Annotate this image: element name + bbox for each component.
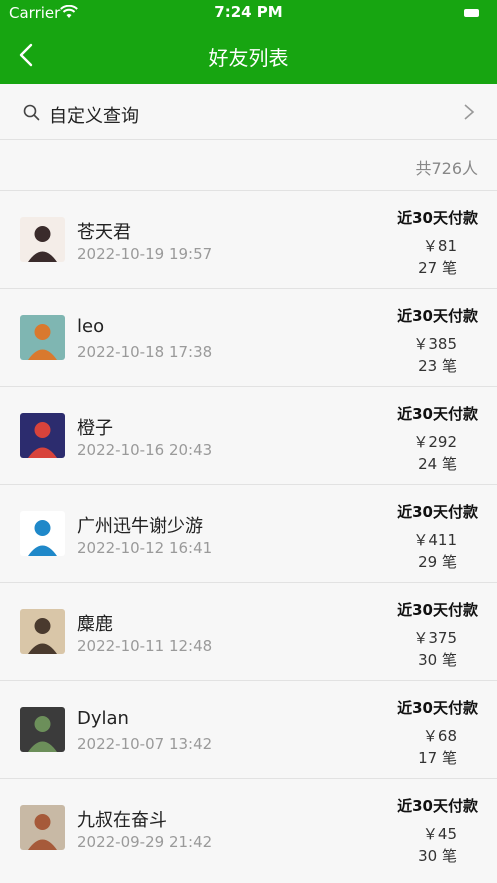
avatar bbox=[20, 217, 65, 262]
friend-time: 2022-10-19 19:57 bbox=[77, 245, 213, 263]
chevron-right-icon bbox=[464, 104, 475, 120]
avatar bbox=[20, 413, 65, 458]
friend-row[interactable]: 广州迅牛谢少游 2022-10-12 16:41 近30天付款 ￥411 29 … bbox=[0, 484, 497, 582]
pay-label: 近30天付款 bbox=[397, 307, 478, 325]
payment-count: 29 笔 bbox=[418, 553, 457, 571]
pay-label: 近30天付款 bbox=[397, 503, 478, 521]
avatar bbox=[20, 511, 65, 556]
friend-name: 广州迅牛谢少游 bbox=[77, 516, 203, 537]
status-time: 7:24 PM bbox=[214, 3, 283, 21]
pay-label: 近30天付款 bbox=[397, 699, 478, 717]
friend-row[interactable]: leo 2022-10-18 17:38 近30天付款 ￥385 23 笔 bbox=[0, 288, 497, 386]
friend-name: 橙子 bbox=[77, 418, 113, 439]
friend-row[interactable]: 橙子 2022-10-16 20:43 近30天付款 ￥292 24 笔 bbox=[0, 386, 497, 484]
avatar bbox=[20, 315, 65, 360]
payment-amount: ￥292 bbox=[413, 433, 457, 451]
friend-count-row: 共726人 bbox=[0, 140, 497, 190]
payment-count: 17 笔 bbox=[418, 749, 457, 767]
pay-label: 近30天付款 bbox=[397, 405, 478, 423]
friend-list: 苍天君 2022-10-19 19:57 近30天付款 ￥81 27 笔 leo… bbox=[0, 190, 497, 876]
friend-row[interactable]: 九叔在奋斗 2022-09-29 21:42 近30天付款 ￥45 30 笔 bbox=[0, 778, 497, 876]
payment-amount: ￥68 bbox=[422, 727, 457, 745]
search-icon bbox=[23, 104, 40, 121]
payment-amount: ￥385 bbox=[413, 335, 457, 353]
custom-query-row[interactable]: 自定义查询 bbox=[0, 84, 497, 140]
friend-name: Dylan bbox=[77, 708, 129, 729]
pay-label: 近30天付款 bbox=[397, 209, 478, 227]
friend-row[interactable]: 麋鹿 2022-10-11 12:48 近30天付款 ￥375 30 笔 bbox=[0, 582, 497, 680]
payment-amount: ￥411 bbox=[413, 531, 457, 549]
payment-count: 30 笔 bbox=[418, 847, 457, 865]
status-bar: Carrier 7:24 PM bbox=[0, 0, 497, 26]
payment-amount: ￥45 bbox=[422, 825, 457, 843]
avatar bbox=[20, 805, 65, 850]
friend-time: 2022-10-11 12:48 bbox=[77, 637, 213, 655]
friend-time: 2022-10-18 17:38 bbox=[77, 343, 213, 361]
friend-name: 九叔在奋斗 bbox=[77, 810, 167, 831]
payment-count: 24 笔 bbox=[418, 455, 457, 473]
battery-icon bbox=[464, 9, 479, 17]
payment-count: 30 笔 bbox=[418, 651, 457, 669]
friend-time: 2022-10-07 13:42 bbox=[77, 735, 213, 753]
payment-count: 23 笔 bbox=[418, 357, 457, 375]
friend-time: 2022-09-29 21:42 bbox=[77, 833, 213, 851]
friend-time: 2022-10-16 20:43 bbox=[77, 441, 213, 459]
pay-label: 近30天付款 bbox=[397, 797, 478, 815]
page-title: 好友列表 bbox=[208, 46, 289, 70]
avatar bbox=[20, 707, 65, 752]
friend-name: leo bbox=[77, 316, 105, 337]
pay-label: 近30天付款 bbox=[397, 601, 478, 619]
friend-name: 麋鹿 bbox=[77, 614, 113, 635]
payment-amount: ￥375 bbox=[413, 629, 457, 647]
custom-query-label: 自定义查询 bbox=[49, 106, 139, 127]
friend-time: 2022-10-12 16:41 bbox=[77, 539, 213, 557]
payment-amount: ￥81 bbox=[422, 237, 457, 255]
friend-row[interactable]: Dylan 2022-10-07 13:42 近30天付款 ￥68 17 笔 bbox=[0, 680, 497, 778]
payment-count: 27 笔 bbox=[418, 259, 457, 277]
avatar bbox=[20, 609, 65, 654]
friend-row[interactable]: 苍天君 2022-10-19 19:57 近30天付款 ￥81 27 笔 bbox=[0, 190, 497, 288]
navigation-bar: 好友列表 bbox=[0, 26, 497, 84]
friend-name: 苍天君 bbox=[77, 222, 131, 243]
friend-count: 共726人 bbox=[415, 159, 478, 178]
